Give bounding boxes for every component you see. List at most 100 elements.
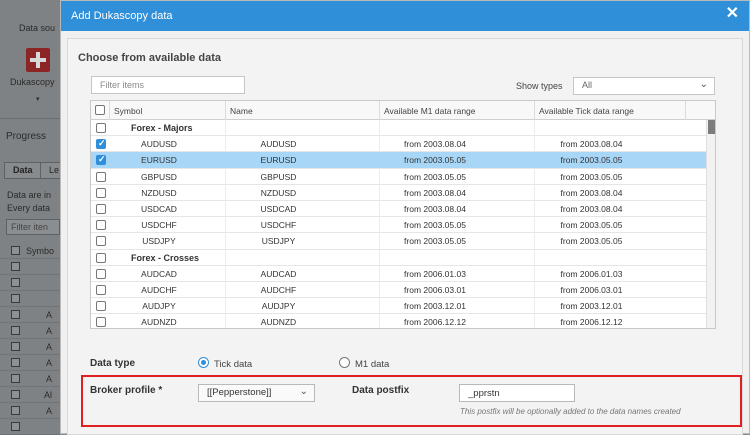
m1-range-cell: from 2006.12.12 — [404, 317, 466, 328]
symbol-cell: USDCHF — [141, 220, 177, 231]
table-row[interactable]: EURUSD EURUSD from 2003.05.05 from 2003.05.… — [91, 152, 706, 169]
data-postfix-hint: This postfix will be optionally added to… — [460, 407, 681, 416]
tick-range-cell: from 2006.03.01 — [560, 284, 623, 295]
chevron-down-icon: ⌄ — [299, 386, 308, 397]
table-row[interactable]: AUDCAD AUDCAD from 2006.01.03 from 2006.01.… — [91, 266, 706, 282]
symbol-cell: AUDCAD — [141, 268, 177, 279]
broker-profile-label: Broker profile * — [90, 385, 163, 396]
table-row[interactable]: GBPUSD GBPUSD from 2003.05.05 from 2003.05.… — [91, 169, 706, 185]
table-header: Symbol Name Available M1 data range Avai… — [91, 101, 715, 120]
column-header-tick-range[interactable]: Available Tick data range — [535, 101, 686, 120]
column-header-m1-range[interactable]: Available M1 data range — [380, 101, 535, 120]
row-checkbox[interactable] — [96, 187, 106, 198]
table-row[interactable]: NZDUSD NZDUSD from 2003.08.04 from 2003.08.… — [91, 185, 706, 201]
symbol-cell: AUDCHF — [141, 284, 177, 295]
row-checkbox[interactable] — [96, 138, 106, 150]
bg-row: A — [0, 307, 60, 323]
row-checkbox[interactable] — [96, 252, 106, 263]
filter-items-input[interactable] — [91, 76, 245, 94]
name-cell: EURUSD — [260, 155, 297, 166]
name-cell: NZDUSD — [260, 187, 297, 198]
row-checkbox[interactable] — [96, 220, 106, 231]
tick-range-cell: from 2003.05.05 — [560, 236, 623, 247]
select-all-checkbox[interactable] — [95, 105, 105, 115]
row-checkbox[interactable] — [96, 154, 106, 166]
symbol-cell: AUDNZD — [141, 317, 177, 328]
chevron-down-icon: ⌄ — [699, 79, 708, 90]
m1-range-cell: from 2003.08.04 — [404, 187, 466, 198]
radio-tick-data-label[interactable]: Tick data — [214, 359, 252, 370]
scrollbar-thumb[interactable] — [708, 120, 715, 134]
symbol-cell: AUDJPY — [142, 301, 176, 312]
tick-range-cell: from 2003.08.04 — [560, 187, 623, 198]
table-row[interactable]: AUDJPY AUDJPY from 2003.12.01 from 2003.12.… — [91, 298, 706, 315]
dialog-title: Add Dukascopy data — [71, 10, 173, 22]
m1-range-cell: from 2006.03.01 — [404, 284, 466, 295]
m1-range-cell: from 2003.08.04 — [404, 203, 466, 214]
m1-range-cell: from 2003.12.01 — [404, 301, 466, 312]
column-header-symbol[interactable]: Symbol — [110, 101, 226, 120]
table-row[interactable]: USDCAD USDCAD from 2003.08.04 from 2003.08.… — [91, 201, 706, 218]
row-checkbox[interactable] — [96, 123, 106, 133]
group-row[interactable]: Forex - Majors — [91, 120, 706, 137]
group-row[interactable]: Forex - Crosses — [91, 250, 706, 266]
row-checkbox[interactable] — [96, 236, 106, 247]
table-row[interactable]: AUDNZD AUDNZD from 2006.12.12 from 2006.12.… — [91, 314, 706, 328]
symbol-cell: GBPUSD — [141, 171, 177, 182]
name-cell: AUDNZD — [260, 317, 297, 328]
tick-range-cell: from 2003.05.05 — [560, 155, 623, 166]
bg-progress-label: Progress — [6, 131, 47, 142]
choose-data-panel: Choose from available data Show types Al… — [67, 38, 743, 435]
radio-m1-data-label[interactable]: M1 data — [355, 359, 389, 370]
m1-range-cell: from 2003.05.05 — [404, 236, 466, 247]
bg-info-line2: Every data — [7, 203, 51, 213]
table-row[interactable]: AUDUSD AUDUSD from 2003.08.04 from 2003.08.… — [91, 136, 706, 153]
broker-settings-highlight — [81, 375, 742, 427]
section-title: Choose from available data — [78, 52, 222, 64]
symbol-cell: AUDUSD — [141, 139, 177, 150]
tick-range-cell: from 2003.12.01 — [560, 301, 623, 312]
close-icon[interactable]: ✕ — [726, 6, 739, 22]
tick-range-cell: from 2006.01.03 — [560, 268, 623, 279]
bg-row: A — [0, 371, 60, 387]
background-app: Data sou Dukascopy ▾ Progress Data Le Da… — [0, 0, 69, 435]
radio-tick-data[interactable] — [198, 357, 209, 368]
row-checkbox[interactable] — [96, 301, 106, 312]
tick-range-cell: from 2003.05.05 — [560, 220, 623, 231]
data-postfix-input[interactable] — [459, 384, 575, 402]
table-row[interactable]: USDJPY USDJPY from 2003.05.05 from 2003.05.… — [91, 233, 706, 250]
data-type-label: Data type — [90, 358, 136, 369]
broker-profile-select[interactable]: [[Pepperstone]] ⌄ — [198, 384, 315, 402]
broker-profile-value: [[Pepperstone]] — [207, 387, 272, 398]
dialog-titlebar: Add Dukascopy data ✕ — [61, 1, 749, 31]
bg-row: A — [0, 355, 60, 371]
name-cell: USDCAD — [260, 203, 297, 214]
symbol-cell: EURUSD — [141, 155, 177, 166]
name-cell: AUDCHF — [260, 284, 297, 295]
show-types-select[interactable]: All ⌄ — [573, 77, 715, 95]
row-checkbox[interactable] — [96, 317, 106, 328]
bg-dukascopy-label: Dukascopy — [10, 77, 55, 87]
bg-row: A — [0, 339, 60, 355]
bg-info-line1: Data are in — [7, 190, 52, 200]
name-cell: AUDJPY — [261, 301, 296, 312]
row-checkbox[interactable] — [96, 268, 106, 279]
symbol-cell: USDCAD — [141, 203, 177, 214]
name-cell: GBPUSD — [260, 171, 297, 182]
tick-range-cell: from 2003.08.04 — [560, 139, 623, 150]
m1-range-cell: from 2003.05.05 — [404, 220, 466, 231]
radio-m1-data[interactable] — [339, 357, 350, 368]
table-scrollbar[interactable] — [706, 120, 715, 328]
table-row[interactable]: AUDCHF AUDCHF from 2006.03.01 from 2006.03.… — [91, 282, 706, 299]
name-cell: USDCHF — [260, 220, 297, 231]
symbol-cell: USDJPY — [142, 236, 176, 247]
group-label: Forex - Majors — [131, 123, 193, 133]
table-row[interactable]: USDCHF USDCHF from 2003.05.05 from 2003.05.… — [91, 217, 706, 234]
row-checkbox[interactable] — [96, 284, 106, 295]
name-cell: AUDCAD — [260, 268, 297, 279]
bg-header-row: Symbo — [0, 243, 60, 259]
row-checkbox[interactable] — [96, 171, 106, 182]
row-checkbox[interactable] — [96, 203, 106, 214]
table-body: Forex - Majors AUDUSD AUDUSD from 2003.08.0… — [91, 120, 706, 328]
column-header-name[interactable]: Name — [226, 101, 380, 120]
